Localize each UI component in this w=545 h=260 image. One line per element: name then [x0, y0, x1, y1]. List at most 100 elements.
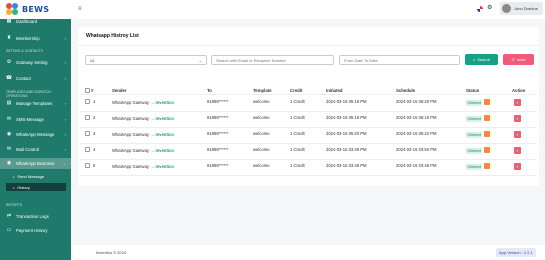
cell-template: welcome	[253, 131, 270, 136]
cell-credit: 1 Credit	[290, 147, 305, 152]
sidebar-item-transaction-logs[interactable]: ⇄ Transaction Logs	[0, 211, 71, 222]
column-header-template: Template	[253, 88, 272, 93]
user-menu[interactable]: John Doedoe	[500, 2, 543, 15]
sidebar-item-membership[interactable]: ♜ Membership ›	[0, 33, 71, 44]
dashboard-icon: ▦	[6, 18, 12, 24]
status-select[interactable]: All ⌄	[85, 55, 207, 65]
row-checkbox[interactable]	[85, 163, 90, 168]
cell-initiated: 2024-03-15 06:18 PM	[326, 115, 367, 120]
transaction-icon: ⇄	[6, 213, 12, 219]
sidebar-item-sms-message[interactable]: ✉ SMS Message ›	[0, 114, 71, 125]
sidebar-item-label: WhatsApp Business	[16, 161, 55, 166]
sidebar-subitem-send-message[interactable]: • Send Message	[13, 174, 44, 179]
table-divider	[80, 143, 537, 144]
menu-toggle-icon[interactable]: ≡	[78, 6, 84, 12]
sidebar-subitem-label: History	[17, 184, 30, 190]
sender-name: WhatsApp Gateway	[112, 116, 150, 121]
chevron-right-icon: ›	[64, 60, 66, 65]
cell-to: 91888******	[207, 115, 229, 120]
status-info-icon[interactable]	[484, 99, 490, 105]
chevron-right-icon: ›	[64, 117, 66, 122]
cell-credit: 1 Credit	[290, 131, 305, 136]
row-checkbox[interactable]	[85, 115, 90, 120]
copyright-text: Inventico © 2024	[96, 250, 127, 255]
sidebar-item-label: SMS Message	[16, 117, 44, 122]
cell-sender: WhatsApp Gateway → Inventico	[112, 100, 174, 105]
column-header-action: Action	[512, 88, 526, 93]
trash-icon: ▪	[516, 132, 519, 137]
delete-button[interactable]: ▪	[514, 99, 521, 106]
whatsapp-icon: ◉	[6, 131, 12, 137]
sidebar-item-contact[interactable]: ☎ Contact ›	[0, 73, 71, 84]
sidebar-item-payment-history[interactable]: ▭ Payment History	[0, 225, 71, 236]
row-checkbox[interactable]	[85, 99, 90, 104]
date-range-placeholder: From Date To Date	[344, 57, 378, 63]
sidebar-subitem-history[interactable]: • History	[6, 183, 66, 191]
sidebar-item-whatsapp-business[interactable]: ◉ WhatsApp Business ⌄	[0, 158, 71, 169]
sidebar-item-label: Transaction Logs	[16, 214, 49, 219]
bullet-icon: •	[13, 174, 15, 179]
sender-name: WhatsApp Gateway	[112, 164, 150, 169]
search-input[interactable]: Search with Email or Recipient Number	[211, 55, 334, 65]
sidebar-item-dashboard[interactable]: ▦ Dashboard	[0, 16, 71, 27]
sidebar-item-label: Mail Control	[16, 147, 39, 152]
column-header-initiated: Initiated	[326, 88, 343, 93]
status-badge: Delivered	[466, 100, 483, 106]
delete-button[interactable]: ▪	[514, 163, 521, 170]
sidebar-item-whatsapp-message[interactable]: ◉ WhatsApp Message ›	[0, 129, 71, 140]
sender-via: Inventico	[155, 164, 174, 169]
sidebar-item-label: Dashboard	[16, 19, 38, 24]
cell-number: 1	[93, 99, 96, 104]
whatsapp-business-icon: ◉	[6, 160, 12, 166]
logo-icon	[6, 3, 19, 16]
sidebar-item-label: Contact	[16, 76, 31, 81]
sidebar-item-mail-control[interactable]: ✉ Mail Control ›	[0, 144, 71, 155]
reset-button[interactable]: ↺ reset	[503, 54, 534, 65]
search-input-placeholder: Search with Email or Recipient Number	[216, 57, 286, 63]
sidebar-subitem-label: Send Message	[17, 174, 45, 179]
date-range-input[interactable]: From Date To Date	[339, 55, 460, 65]
reset-icon: ↺	[511, 57, 515, 62]
row-checkbox[interactable]	[85, 147, 90, 152]
row-checkbox[interactable]	[85, 131, 90, 136]
status-select-value: All	[90, 57, 95, 63]
status-badge: Delivered	[466, 148, 483, 154]
cell-template: welcome	[253, 115, 270, 120]
sender-name: WhatsApp Gateway	[112, 100, 150, 105]
status-info-icon[interactable]	[484, 115, 490, 121]
search-button[interactable]: ⌕ Search	[465, 54, 498, 65]
cell-number: 4	[93, 147, 96, 152]
sms-icon: ✉	[6, 116, 12, 122]
search-button-label: Search	[477, 57, 490, 62]
status-info-icon[interactable]	[484, 131, 490, 137]
status-info-icon[interactable]	[484, 163, 490, 169]
sidebar-item-manage-templates[interactable]: ▤ Manage Templates ›	[0, 98, 71, 109]
status-info-icon[interactable]	[484, 147, 490, 153]
membership-icon: ♜	[6, 35, 12, 41]
select-all-checkbox[interactable]	[85, 88, 90, 93]
chevron-right-icon: ›	[64, 76, 66, 81]
delete-button[interactable]: ▪	[514, 115, 521, 122]
cell-sender: WhatsApp Gateway → Inventico	[112, 132, 174, 137]
cell-template: welcome	[253, 99, 270, 104]
settings-gear-icon[interactable]: ⚙	[487, 4, 492, 11]
chevron-down-icon: ⌄	[62, 161, 66, 166]
language-flag-icon[interactable]	[477, 6, 483, 12]
top-bar: ≡ ⚙ John Doedoe	[71, 0, 545, 19]
chevron-right-icon: ›	[64, 147, 66, 152]
payment-icon: ▭	[6, 227, 12, 233]
trash-icon: ▪	[516, 116, 519, 121]
status-badge: Delivered	[466, 164, 483, 170]
templates-icon: ▤	[6, 100, 12, 106]
table-divider	[80, 175, 537, 176]
cell-initiated: 2024-03-15 06:18 PM	[326, 99, 367, 104]
sidebar-item-gateway-setting[interactable]: ⚙ Gateway Setting ›	[0, 57, 71, 68]
column-header-status: Status	[466, 88, 480, 93]
sender-via: Inventico	[155, 100, 174, 105]
delete-button[interactable]: ▪	[514, 131, 521, 138]
cell-credit: 1 Credit	[290, 163, 305, 168]
sidebar-item-label: Membership	[16, 36, 40, 41]
delete-button[interactable]: ▪	[514, 147, 521, 154]
divider	[78, 45, 539, 46]
table-divider	[80, 127, 537, 128]
